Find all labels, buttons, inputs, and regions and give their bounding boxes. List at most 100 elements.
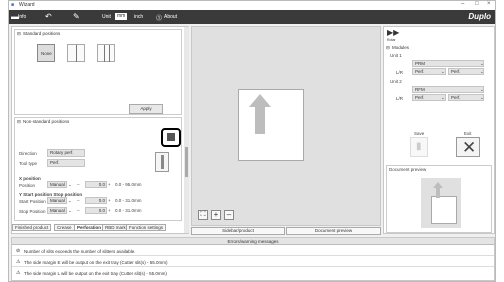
non-standard-positions-section: ⊟ Non-standard positions Direction Rotar… [14, 117, 182, 221]
unit2-right-select[interactable]: Perf. [448, 94, 484, 101]
message-text: Number of slits exceeds the number of sl… [24, 249, 136, 254]
section-collapse-icon[interactable]: ⊟ [386, 45, 390, 51]
exit-x-icon: ✕ [462, 138, 477, 157]
start-mode-dropdown-icon[interactable]: ⌄ [68, 198, 72, 204]
window-title: Wizard [19, 2, 35, 8]
tab-crease[interactable]: Crease [54, 224, 75, 231]
unit-inch-toggle[interactable]: inch [134, 14, 143, 20]
messages-header: Errors/warning messages [12, 238, 494, 245]
info-button[interactable]: Info [18, 14, 26, 20]
save-icon: ▮ [416, 141, 422, 152]
app-icon: ■ [11, 2, 15, 8]
maximize-icon[interactable]: □ [475, 1, 479, 7]
bottom-tabs: Finished product Crease Perforation RBD … [12, 224, 184, 232]
x-position-label: X position [19, 176, 41, 181]
warning-icon: ⚠ [16, 259, 21, 265]
stop-minus-icon[interactable]: – [77, 208, 80, 213]
standard-positions-title: Standard positions [23, 31, 61, 36]
message-row: ⚠ The side margin L will be output on th… [12, 268, 494, 278]
stop-range: 0.0 - 31.0mm [115, 208, 142, 213]
app-window: ■ Wizard – □ × ▬ Info ↶ ✎ Unit mm inch ⓵… [8, 0, 496, 282]
unit2-left-dropdown-icon[interactable]: ⌄ [441, 95, 445, 101]
add-position-button[interactable] [161, 128, 181, 147]
scroll-thumb[interactable] [185, 147, 188, 177]
tab-rbd-mark[interactable]: RBD mark [102, 224, 129, 231]
position-value-field[interactable]: 0.0 [85, 181, 107, 188]
right-panel: ▶▶ Rotar ⊟ Modules Unit 1 PRM ⌄ L/R Perf… [383, 26, 495, 234]
position-none-button[interactable]: None [37, 44, 55, 62]
tool-type-label: Tool type [19, 161, 38, 166]
stamp-icon [167, 133, 175, 141]
preview-arrow-icon [433, 182, 443, 198]
unit1-module-select[interactable]: PRM [412, 60, 484, 67]
apply-button[interactable]: Apply [129, 104, 163, 114]
standard-positions-section: ⊟ Standard positions None Apply [14, 29, 182, 115]
left-panel: ⊟ Standard positions None Apply ⊟ Non-st… [11, 26, 189, 234]
unit1-lr-label: L/R [396, 70, 404, 75]
unit2-dropdown-icon[interactable]: ⌄ [480, 87, 484, 93]
close-icon[interactable]: × [487, 1, 491, 7]
position-double-line-button[interactable] [97, 44, 115, 62]
section-collapse-icon[interactable]: ⊟ [17, 31, 21, 37]
sidebar-product-button[interactable]: Sidebar/product [191, 227, 285, 235]
start-value-field[interactable]: 0.0 [85, 197, 107, 204]
start-plus-icon[interactable]: + [108, 198, 111, 203]
unit1-label: Unit 1 [390, 53, 402, 58]
stop-plus-icon[interactable]: + [108, 208, 111, 213]
position-mode-dropdown-icon[interactable]: ⌄ [68, 182, 72, 188]
tool-type-field[interactable]: Perf. [47, 159, 85, 167]
unit1-left-dropdown-icon[interactable]: ⌄ [441, 69, 445, 75]
minimize-icon[interactable]: – [461, 1, 464, 7]
position-range: 0.0 - 95.0mm [115, 182, 142, 187]
exit-button[interactable]: ✕ [456, 137, 480, 157]
direction-field[interactable]: Rotary perf. [47, 149, 85, 157]
stop-value-field[interactable]: 0.0 [85, 207, 107, 214]
document-preview-panel: Document preview [386, 165, 492, 233]
unit2-label: Unit 2 [390, 79, 402, 84]
canvas-area[interactable]: ⛶ + – [191, 26, 381, 226]
document-preview-button[interactable]: Document preview [286, 227, 381, 235]
stop-mode-select[interactable]: Manual [47, 207, 67, 214]
unit2-module-select[interactable]: RFM [412, 86, 484, 93]
error-icon: ⊘ [16, 248, 21, 254]
unit1-right-select[interactable]: Perf. [448, 68, 484, 75]
start-mode-select[interactable]: Manual [47, 197, 67, 204]
feed-direction-arrow-icon [249, 94, 271, 134]
tab-finished-product[interactable]: Finished product [12, 224, 52, 231]
undo-icon[interactable]: ↶ [45, 12, 52, 21]
unit-mm-toggle[interactable]: mm [115, 13, 128, 20]
stop-mode-dropdown-icon[interactable]: ⌄ [68, 208, 72, 214]
fit-view-icon[interactable]: ⛶ [198, 210, 208, 220]
zoom-out-icon[interactable]: – [224, 210, 234, 220]
position-plus-icon[interactable]: + [108, 182, 111, 187]
position-minus-icon[interactable]: – [77, 182, 80, 187]
message-text: The side margin E will be output on the … [24, 260, 168, 265]
zoom-in-icon[interactable]: + [211, 210, 221, 220]
unit-label: Unit [102, 14, 111, 20]
rotate-button[interactable]: ▶▶ Rotar [386, 28, 400, 43]
tab-perforation[interactable]: Perforation [74, 224, 105, 231]
save-label: Save [414, 131, 425, 136]
start-minus-icon[interactable]: – [77, 198, 80, 203]
preview-canvas [421, 178, 461, 228]
position-single-line-button[interactable] [67, 44, 85, 62]
non-standard-title: Non-standard positions [23, 119, 70, 124]
unit1-dropdown-icon[interactable]: ⌄ [480, 61, 484, 67]
eraser-icon[interactable]: ✎ [73, 12, 80, 21]
left-scrollbar[interactable] [184, 27, 189, 233]
stop-position-label: Stop Position [19, 209, 46, 214]
tab-function-settings[interactable]: Function settings [126, 224, 167, 231]
about-button[interactable]: About [164, 14, 177, 20]
save-button[interactable]: ▮ [410, 137, 428, 157]
about-icon[interactable]: ⓵ [156, 13, 162, 22]
message-text: The side margin L will be output on the … [24, 271, 167, 276]
section-collapse-icon[interactable]: ⊟ [17, 119, 21, 125]
document-sheet[interactable] [238, 89, 304, 161]
tool-illustration [155, 152, 169, 172]
position-mode-select[interactable]: Manual [47, 181, 67, 188]
unit2-lr-label: L/R [396, 96, 404, 101]
unit2-right-dropdown-icon[interactable]: ⌄ [480, 95, 484, 101]
modules-title: Modules [392, 45, 410, 50]
unit1-right-dropdown-icon[interactable]: ⌄ [480, 69, 484, 75]
exit-label: Exit [464, 131, 472, 136]
